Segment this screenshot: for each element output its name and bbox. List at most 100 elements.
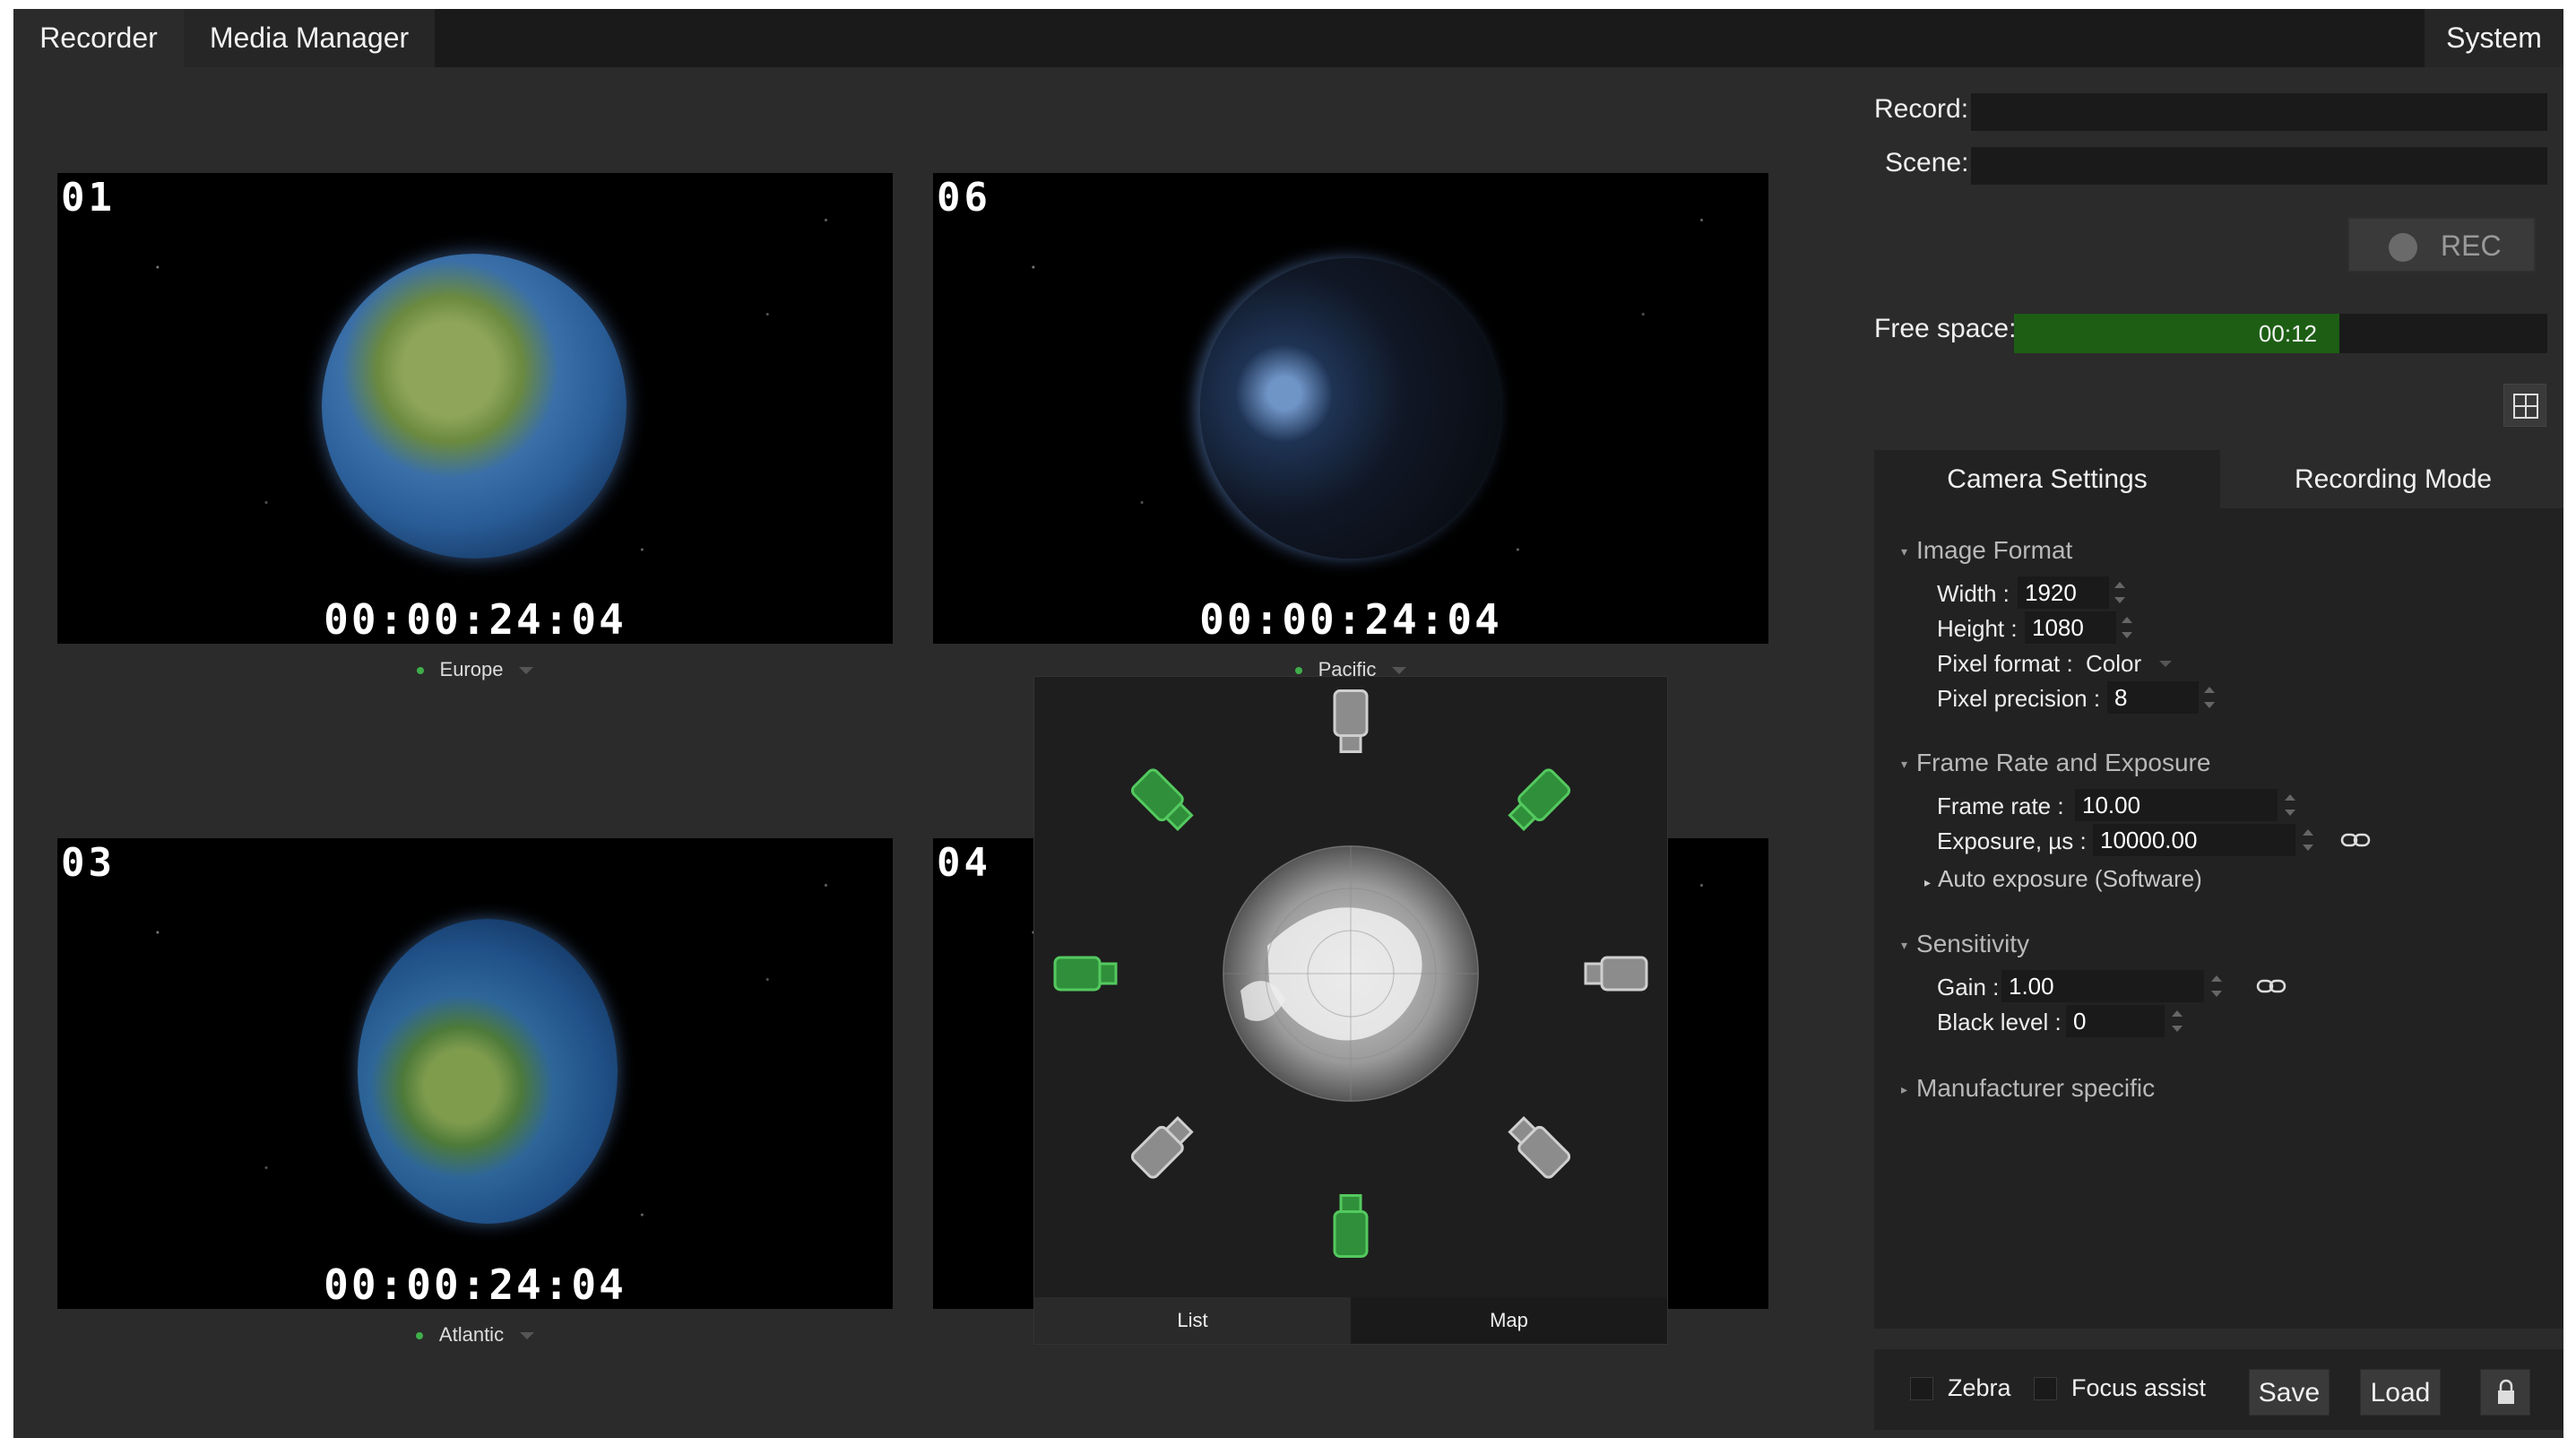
height-row: Height : 1080 bbox=[1937, 611, 2132, 644]
pixel-format-select[interactable]: Color bbox=[2086, 650, 2141, 678]
camera-number: 04 bbox=[937, 840, 991, 886]
camera-icon-north[interactable] bbox=[1333, 689, 1369, 753]
gain-input[interactable]: 1.00 bbox=[2001, 970, 2204, 1002]
scene-input[interactable] bbox=[1971, 147, 2547, 185]
rec-label: REC bbox=[2441, 230, 2502, 262]
frame-rate-spinner-icon[interactable] bbox=[2283, 791, 2295, 819]
pixel-format-label: Pixel format : bbox=[1937, 650, 2073, 677]
status-dot-icon bbox=[1294, 667, 1302, 675]
earth-globe-image bbox=[322, 254, 627, 559]
black-level-input[interactable]: 0 bbox=[2066, 1005, 2165, 1037]
camera-source-select-01[interactable]: Europe bbox=[57, 656, 893, 683]
record-icon bbox=[2389, 233, 2417, 262]
camera-view-06[interactable]: 06 00:00:24:04 bbox=[933, 173, 1768, 644]
expand-icon: ▸ bbox=[1901, 1082, 1908, 1097]
camera-source-label: Atlantic bbox=[438, 1323, 505, 1346]
focus-assist-label: Focus assist bbox=[2071, 1374, 2207, 1401]
camera-map-popup: List Map bbox=[1033, 676, 1668, 1345]
auto-exposure-row[interactable]: ▸ Auto exposure (Software) bbox=[1924, 865, 2202, 893]
exposure-row: Exposure, µs : 10000.00 bbox=[1937, 824, 2371, 856]
exposure-input[interactable]: 10000.00 bbox=[2093, 824, 2295, 856]
rec-button[interactable]: REC bbox=[2347, 217, 2536, 273]
map-view-tabs: List Map bbox=[1034, 1297, 1667, 1344]
exposure-spinner-icon[interactable] bbox=[2301, 826, 2313, 854]
camera-icon-northwest[interactable] bbox=[1130, 767, 1197, 834]
gain-label: Gain : bbox=[1937, 974, 2000, 1001]
status-dot-icon bbox=[415, 1332, 423, 1340]
chevron-down-icon bbox=[2159, 661, 2172, 667]
section-frame-rate[interactable]: ▾ Frame Rate and Exposure bbox=[1901, 749, 2210, 777]
timecode: 00:00:24:04 bbox=[1199, 595, 1502, 644]
frame-rate-row: Frame rate : 10.00 bbox=[1937, 789, 2295, 821]
load-button[interactable]: Load bbox=[2360, 1369, 2441, 1416]
gain-spinner-icon[interactable] bbox=[2209, 972, 2222, 1001]
focus-assist-checkbox[interactable] bbox=[2034, 1377, 2057, 1400]
exposure-label: Exposure, µs : bbox=[1937, 827, 2087, 854]
auto-exposure-label: Auto exposure (Software) bbox=[1938, 865, 2202, 892]
grid-icon bbox=[2513, 394, 2538, 419]
camera-view-01[interactable]: 01 00:00:24:04 bbox=[57, 173, 893, 644]
tab-recorder[interactable]: Recorder bbox=[13, 9, 184, 67]
collapse-icon: ▾ bbox=[1901, 757, 1908, 772]
free-space-value: 00:12 bbox=[2258, 320, 2317, 347]
pixel-precision-label: Pixel precision : bbox=[1937, 685, 2101, 712]
height-label: Height : bbox=[1937, 615, 2018, 642]
save-button[interactable]: Save bbox=[2249, 1369, 2330, 1416]
tab-list[interactable]: List bbox=[1034, 1297, 1351, 1344]
top-bar: Recorder Media Manager System bbox=[13, 9, 2563, 67]
pixel-precision-spinner-icon[interactable] bbox=[2202, 683, 2215, 712]
width-spinner-icon[interactable] bbox=[2113, 578, 2125, 607]
camera-icon-west[interactable] bbox=[1053, 956, 1118, 992]
zebra-label: Zebra bbox=[1948, 1374, 2011, 1401]
chevron-down-icon bbox=[520, 1332, 535, 1340]
camera-view-03[interactable]: 03 00:00:24:04 bbox=[57, 838, 893, 1309]
earth-globe-image bbox=[358, 919, 618, 1224]
camera-icon-northeast[interactable] bbox=[1506, 767, 1572, 834]
lock-icon bbox=[2498, 1379, 2514, 1404]
tab-system[interactable]: System bbox=[2425, 9, 2563, 67]
section-image-format[interactable]: ▾ Image Format bbox=[1901, 536, 2072, 565]
camera-icon-south[interactable] bbox=[1333, 1194, 1369, 1258]
width-row: Width : 1920 bbox=[1937, 576, 2125, 609]
height-input[interactable]: 1080 bbox=[2025, 611, 2116, 644]
tab-camera-settings[interactable]: Camera Settings bbox=[1874, 450, 2220, 508]
grid-layout-button[interactable] bbox=[2503, 384, 2546, 427]
height-spinner-icon[interactable] bbox=[2120, 613, 2132, 642]
frame-rate-input[interactable]: 10.00 bbox=[2075, 789, 2278, 821]
camera-icon-southeast[interactable] bbox=[1506, 1113, 1572, 1180]
tab-media-manager[interactable]: Media Manager bbox=[184, 9, 435, 67]
width-input[interactable]: 1920 bbox=[2018, 576, 2109, 609]
free-space-bar: 00:12 bbox=[2014, 314, 2547, 353]
free-space-label: Free space: bbox=[1874, 314, 2017, 343]
record-input[interactable] bbox=[1971, 93, 2547, 131]
pixel-precision-input[interactable]: 8 bbox=[2107, 681, 2199, 714]
camera-map bbox=[1053, 689, 1648, 1258]
camera-number: 01 bbox=[61, 175, 116, 221]
camera-number: 06 bbox=[937, 175, 991, 221]
zebra-checkbox[interactable] bbox=[1910, 1377, 1933, 1400]
black-level-label: Black level : bbox=[1937, 1009, 2062, 1035]
frame-rate-label: Frame rate : bbox=[1937, 793, 2064, 819]
tab-map[interactable]: Map bbox=[1351, 1297, 1667, 1344]
camera-source-label: Europe bbox=[439, 658, 504, 680]
tab-recording-mode[interactable]: Recording Mode bbox=[2220, 450, 2563, 508]
section-title: Sensitivity bbox=[1916, 930, 2030, 957]
camera-source-select-03[interactable]: Atlantic bbox=[57, 1321, 893, 1348]
black-level-spinner-icon[interactable] bbox=[2170, 1007, 2183, 1035]
link-icon[interactable] bbox=[2256, 977, 2286, 995]
section-sensitivity[interactable]: ▾ Sensitivity bbox=[1901, 930, 2029, 958]
camera-number: 03 bbox=[61, 840, 116, 886]
chevron-down-icon bbox=[519, 667, 534, 675]
scene-label: Scene: bbox=[1885, 148, 1969, 178]
camera-icon-east[interactable] bbox=[1584, 956, 1648, 992]
camera-icon-southwest[interactable] bbox=[1130, 1113, 1197, 1180]
section-title: Frame Rate and Exposure bbox=[1916, 749, 2211, 776]
settings-tabs: Camera Settings Recording Mode bbox=[1874, 450, 2563, 508]
lock-button[interactable] bbox=[2480, 1369, 2530, 1416]
polar-globe-icon bbox=[1223, 845, 1479, 1102]
link-icon[interactable] bbox=[2340, 831, 2371, 849]
section-manufacturer[interactable]: ▸ Manufacturer specific bbox=[1901, 1074, 2155, 1103]
pixel-precision-row: Pixel precision : 8 bbox=[1937, 681, 2215, 714]
section-title: Image Format bbox=[1916, 536, 2073, 564]
width-label: Width : bbox=[1937, 580, 2010, 607]
